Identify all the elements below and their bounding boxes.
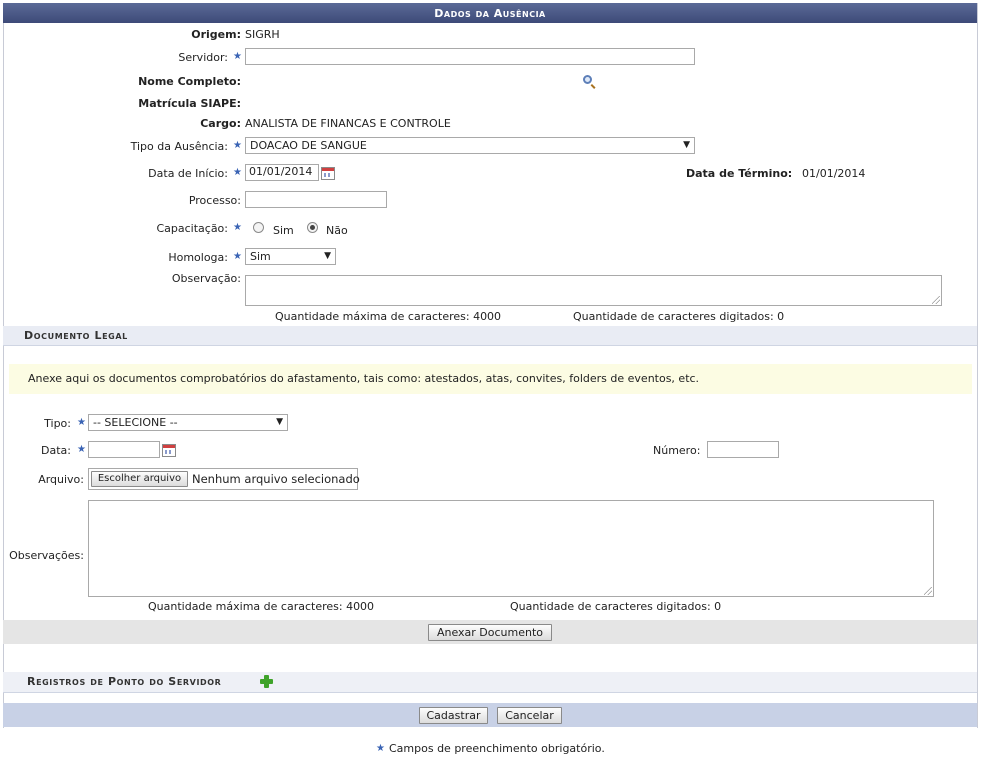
calendar-icon[interactable] [162, 444, 176, 457]
tipo-ausencia-value: DOACAO DE SANGUE [250, 139, 367, 152]
doc-tipo-value: -- SELECIONE -- [93, 416, 178, 429]
required-star-icon: ★ [233, 51, 242, 62]
dropdown-arrow-icon: ▼ [324, 251, 331, 261]
doc-arquivo-label: Arquivo: [38, 473, 84, 486]
capacitacao-nao-radio[interactable] [307, 222, 318, 233]
servidor-label: Servidor: [178, 51, 228, 64]
processo-label: Processo: [188, 194, 241, 207]
capacitacao-nao-label: Não [326, 224, 348, 237]
documento-legal-notice: Anexe aqui os documentos comprobatórios … [9, 364, 972, 394]
data-inicio-label: Data de Início: [148, 167, 228, 180]
capacitacao-label: Capacitação: [156, 222, 228, 235]
doc-data-input[interactable] [88, 441, 160, 458]
doc-tipo-label: Tipo: [44, 417, 71, 430]
choose-file-button[interactable]: Escolher arquivo [91, 471, 188, 487]
data-termino-label: Data de Término: [686, 167, 793, 180]
actions-bar [3, 703, 977, 727]
required-star-icon: ★ [77, 417, 86, 428]
search-icon[interactable] [583, 75, 592, 84]
data-termino-value: 01/01/2014 [802, 167, 866, 180]
required-star-icon: ★ [233, 222, 242, 233]
cadastrar-button[interactable]: Cadastrar [419, 707, 488, 724]
observacao-label: Observação: [171, 272, 241, 285]
homologa-label: Homologa: [168, 251, 228, 264]
tipo-ausencia-select[interactable]: DOACAO DE SANGUE ▼ [245, 137, 695, 154]
doc-observacoes-label: Observações: [9, 549, 84, 562]
calendar-icon[interactable] [321, 167, 335, 180]
origem-value: SIGRH [245, 28, 280, 41]
doc-observacoes-textarea[interactable] [88, 500, 934, 597]
data-inicio-input[interactable]: 01/01/2014 [245, 164, 319, 181]
origem-label: Origem: [191, 28, 241, 41]
observacao-max-chars: Quantidade máxima de caracteres: 4000 [275, 310, 502, 323]
doc-numero-input[interactable] [707, 441, 779, 458]
form-title: Dados da Ausência [3, 3, 977, 23]
resize-grip-icon[interactable] [924, 587, 932, 595]
required-fields-note: Campos de preenchimento obrigatório. [389, 742, 605, 755]
anexar-documento-button[interactable]: Anexar Documento [428, 624, 552, 641]
dropdown-arrow-icon: ▼ [683, 140, 690, 150]
capacitacao-sim-radio[interactable] [253, 222, 264, 233]
required-star-icon: ★ [233, 140, 242, 151]
tipo-ausencia-label: Tipo da Ausência: [130, 140, 228, 153]
required-star-icon: ★ [77, 444, 86, 455]
resize-grip-icon[interactable] [932, 296, 940, 304]
cargo-value: ANALISTA DE FINANCAS E CONTROLE [245, 117, 451, 130]
file-input[interactable]: Escolher arquivo Nenhum arquivo selecion… [88, 468, 360, 490]
required-star-icon: ★ [233, 251, 242, 262]
doc-observacoes-typed-chars: Quantidade de caracteres digitados: 0 [510, 600, 722, 613]
capacitacao-sim-label: Sim [273, 224, 294, 237]
cancelar-button[interactable]: Cancelar [497, 707, 562, 724]
file-status: Nenhum arquivo selecionado [192, 472, 360, 486]
required-star-icon: ★ [233, 167, 242, 178]
observacao-typed-chars: Quantidade de caracteres digitados: 0 [573, 310, 785, 323]
required-star-icon: ★ [376, 743, 385, 754]
processo-input[interactable] [245, 191, 387, 208]
servidor-input[interactable] [245, 48, 695, 65]
add-plus-icon[interactable] [260, 675, 273, 688]
registros-ponto-title: Registros de Ponto do Servidor [27, 675, 222, 688]
doc-numero-label: Número: [653, 444, 701, 457]
registros-ponto-header: Registros de Ponto do Servidor [3, 672, 977, 693]
homologa-value: Sim [250, 250, 271, 263]
dropdown-arrow-icon: ▼ [276, 417, 283, 427]
documento-legal-header: Documento Legal [3, 326, 977, 346]
doc-tipo-select[interactable]: -- SELECIONE -- ▼ [88, 414, 288, 431]
doc-data-label: Data: [41, 444, 71, 457]
doc-observacoes-max-chars: Quantidade máxima de caracteres: 4000 [148, 600, 375, 613]
nome-completo-label: Nome Completo: [138, 75, 241, 88]
observacao-textarea[interactable] [245, 275, 942, 306]
cargo-label: Cargo: [200, 117, 241, 130]
homologa-select[interactable]: Sim ▼ [245, 248, 336, 265]
matricula-label: Matrícula SIAPE: [138, 97, 241, 110]
